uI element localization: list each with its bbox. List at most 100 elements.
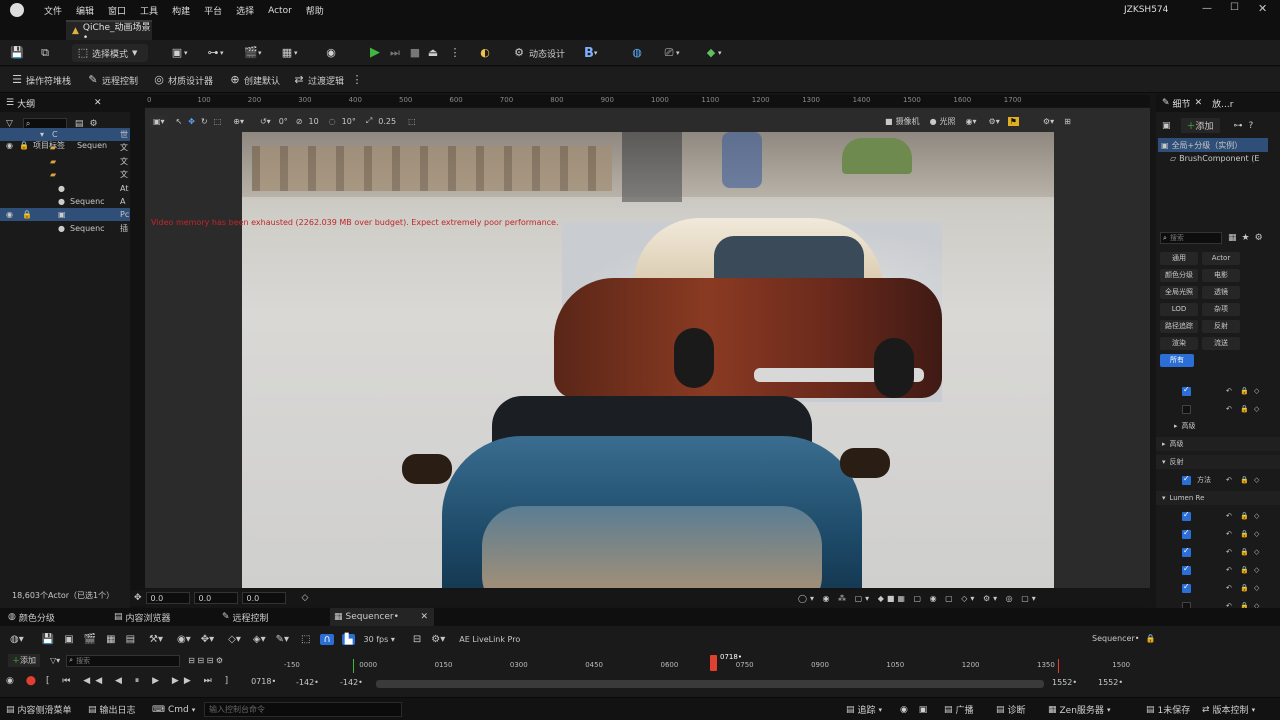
coord-y-field[interactable] bbox=[193, 592, 238, 604]
eye-icon[interactable]: ◉▾ bbox=[177, 634, 191, 645]
details-filter-button[interactable]: LOD bbox=[1160, 303, 1198, 316]
details-filter-button[interactable]: 颜色分级 bbox=[1160, 269, 1198, 282]
sequencer-settings-icon[interactable]: ⚙▾ bbox=[431, 634, 445, 645]
wifi-icon[interactable]: ◉ bbox=[324, 44, 338, 62]
rotation-snap-value[interactable]: 0° bbox=[279, 117, 288, 126]
reset-icon[interactable]: ↶ bbox=[1226, 387, 1232, 395]
menu-item[interactable]: Actor bbox=[268, 6, 292, 16]
pen-icon[interactable]: ✎▾ bbox=[276, 634, 289, 645]
details-filter-button[interactable]: 渲染 bbox=[1160, 337, 1198, 350]
star-icon[interactable]: ★ bbox=[1242, 233, 1250, 243]
level-viewport[interactable]: Video memory has been exhausted (2262.03… bbox=[145, 108, 1150, 588]
globe-icon[interactable]: ◍ bbox=[630, 44, 644, 62]
menu-item[interactable]: 平台 bbox=[204, 4, 222, 17]
details-property-row[interactable]: ↶ 🔒 ◇ bbox=[1156, 509, 1280, 523]
eye-icon[interactable]: ◉ bbox=[6, 210, 13, 219]
reset-icon[interactable]: ↶ bbox=[1226, 530, 1232, 538]
world-icon[interactable]: ⊕▾ bbox=[233, 117, 244, 126]
wrench-icon[interactable]: ⚒▾ bbox=[149, 634, 163, 645]
step-play-button[interactable]: ⏭ bbox=[388, 44, 402, 62]
maximize-icon[interactable]: ☐ bbox=[1230, 2, 1239, 13]
camera-speed-icon[interactable]: ⬚ bbox=[408, 117, 416, 126]
details-tab[interactable]: ✎ 细节 bbox=[1162, 97, 1191, 110]
trace-button[interactable]: ▤ 追踪 ▾ bbox=[846, 702, 882, 717]
plugin-icon[interactable]: ◆ ▾ bbox=[704, 44, 722, 62]
keyframe-icon[interactable]: ◇ bbox=[1254, 584, 1259, 592]
create-default-button[interactable]: ⊕ 创建默认 bbox=[228, 71, 280, 89]
menu-item[interactable]: 窗口 bbox=[108, 4, 126, 17]
fps-dropdown[interactable]: 30 fps ▾ bbox=[363, 635, 394, 644]
cmd-dropdown[interactable]: ⌨ Cmd ▾ bbox=[152, 702, 195, 717]
lock-icon[interactable]: 🔒 bbox=[1240, 512, 1249, 520]
keyframe-icon[interactable]: ◇ bbox=[1254, 512, 1259, 520]
lock-icon[interactable]: 🔒 bbox=[1145, 634, 1155, 643]
range-start-value[interactable]: -142• bbox=[296, 678, 319, 687]
details-filter-button[interactable]: 所有 bbox=[1160, 354, 1194, 367]
details-property-row[interactable]: ↶ 🔒 ◇ bbox=[1156, 563, 1280, 577]
details-property-row[interactable]: ↶ 🔒 ◇ bbox=[1156, 402, 1280, 416]
menu-item[interactable]: 选择 bbox=[236, 4, 254, 17]
scale-icon[interactable]: ⬚ bbox=[214, 117, 222, 126]
select-icon[interactable]: ↖ bbox=[176, 117, 183, 126]
lock-icon[interactable]: 🔒 bbox=[1240, 405, 1249, 413]
property-checkbox[interactable] bbox=[1182, 404, 1191, 414]
outliner-row[interactable]: ● At bbox=[0, 182, 130, 195]
details-section-header[interactable]: ▾ 反射 bbox=[1156, 455, 1280, 469]
outliner-row[interactable]: ◉ 🔒 ▣ Pc bbox=[0, 208, 130, 222]
outliner-row[interactable]: ▰ 文 bbox=[0, 141, 130, 154]
filter-icon[interactable]: ▽▾ bbox=[50, 656, 60, 665]
record-icon[interactable]: ⬤ bbox=[26, 676, 36, 686]
snap-playhead-icon[interactable]: ▙ bbox=[341, 633, 356, 645]
close-icon[interactable]: ✕ bbox=[94, 98, 102, 108]
grid-snap-icon[interactable]: ⊘ bbox=[296, 117, 303, 126]
keyframe-icon[interactable]: ◇ bbox=[1254, 387, 1259, 395]
remote-control-tab[interactable]: ✎ 远程控制 bbox=[222, 608, 269, 626]
details-filter-button[interactable]: 全局光照 bbox=[1160, 286, 1198, 299]
blueprint-icon[interactable]: ⊶ ▾ bbox=[206, 44, 224, 62]
details-property-row[interactable]: ↶ 🔒 ◇ bbox=[1156, 527, 1280, 541]
component-root-item[interactable]: ▣ 全局+分级（实例） bbox=[1158, 138, 1268, 152]
reset-icon[interactable]: ↶ bbox=[1226, 566, 1232, 574]
details-section-header[interactable]: ▸ 高级 bbox=[1156, 437, 1280, 451]
content-icon[interactable]: ⧉ bbox=[38, 44, 52, 62]
zen-server-button[interactable]: ▦ Zen服务器 ▾ bbox=[1048, 702, 1110, 717]
lock-icon[interactable]: 🔒 bbox=[1240, 584, 1249, 592]
lighting-label[interactable]: 光照 bbox=[940, 116, 956, 127]
details-filter-button[interactable]: 反射 bbox=[1202, 320, 1240, 333]
sequence-name[interactable]: Sequencer• 🔒 bbox=[1092, 634, 1155, 643]
lock-icon[interactable]: 🔒 bbox=[1240, 548, 1249, 556]
keyframe-icon[interactable]: ◇ bbox=[1254, 548, 1259, 556]
property-checkbox[interactable] bbox=[1182, 474, 1191, 485]
settings-icon[interactable]: ⚙▾ bbox=[1043, 117, 1054, 126]
angle-snap-icon[interactable]: ◌ bbox=[329, 117, 336, 126]
property-checkbox[interactable] bbox=[1182, 564, 1191, 575]
reset-icon[interactable]: ↶ bbox=[1226, 548, 1232, 556]
broadcast-button[interactable]: ▤ 广播 bbox=[944, 702, 974, 717]
minimize-icon[interactable]: — bbox=[1202, 3, 1212, 14]
content-browser-tab[interactable]: ▤ 内容浏览器 bbox=[114, 608, 171, 626]
scene-render[interactable] bbox=[242, 132, 1054, 588]
add-component-button[interactable]: ＋ 添加 bbox=[1180, 118, 1220, 133]
close-window-icon[interactable]: ✕ bbox=[1258, 2, 1267, 15]
grid-view-icon[interactable]: ▦ bbox=[1228, 233, 1237, 243]
stop-button[interactable]: ■ bbox=[408, 44, 422, 62]
layout-icon[interactable]: ⊞ bbox=[1064, 117, 1071, 126]
console-input[interactable]: 输入控制台命令 bbox=[204, 702, 402, 717]
cinematic-icon[interactable]: ▦ bbox=[106, 634, 115, 645]
gizmo-icon[interactable]: ✥▾ bbox=[201, 634, 214, 645]
details-filter-button[interactable]: 杂项 bbox=[1202, 303, 1240, 316]
status-icons[interactable]: ◉ ▣ bbox=[900, 702, 931, 717]
property-checkbox[interactable] bbox=[1182, 385, 1191, 396]
platform-icon[interactable]: ◐ bbox=[478, 44, 492, 62]
scale-snap-icon[interactable]: ⤢ bbox=[366, 116, 372, 126]
translate-icon[interactable]: ✥ bbox=[188, 117, 195, 126]
track-search-input[interactable]: ⌕ 搜索 bbox=[66, 654, 181, 667]
eject-button[interactable]: ⏏ bbox=[426, 44, 440, 62]
details-property-row[interactable]: ↶ 🔒 ◇ bbox=[1156, 384, 1280, 398]
component-icon[interactable]: ▣ bbox=[1162, 121, 1171, 131]
timeline-scrollbar[interactable] bbox=[376, 680, 1044, 688]
menu-item[interactable]: 帮助 bbox=[306, 4, 324, 17]
material-designer-button[interactable]: ◎ 材质设计器 bbox=[152, 71, 213, 89]
outliner-row[interactable]: ▰ 文 bbox=[0, 155, 130, 168]
b-button[interactable]: B ▾ bbox=[584, 44, 597, 62]
